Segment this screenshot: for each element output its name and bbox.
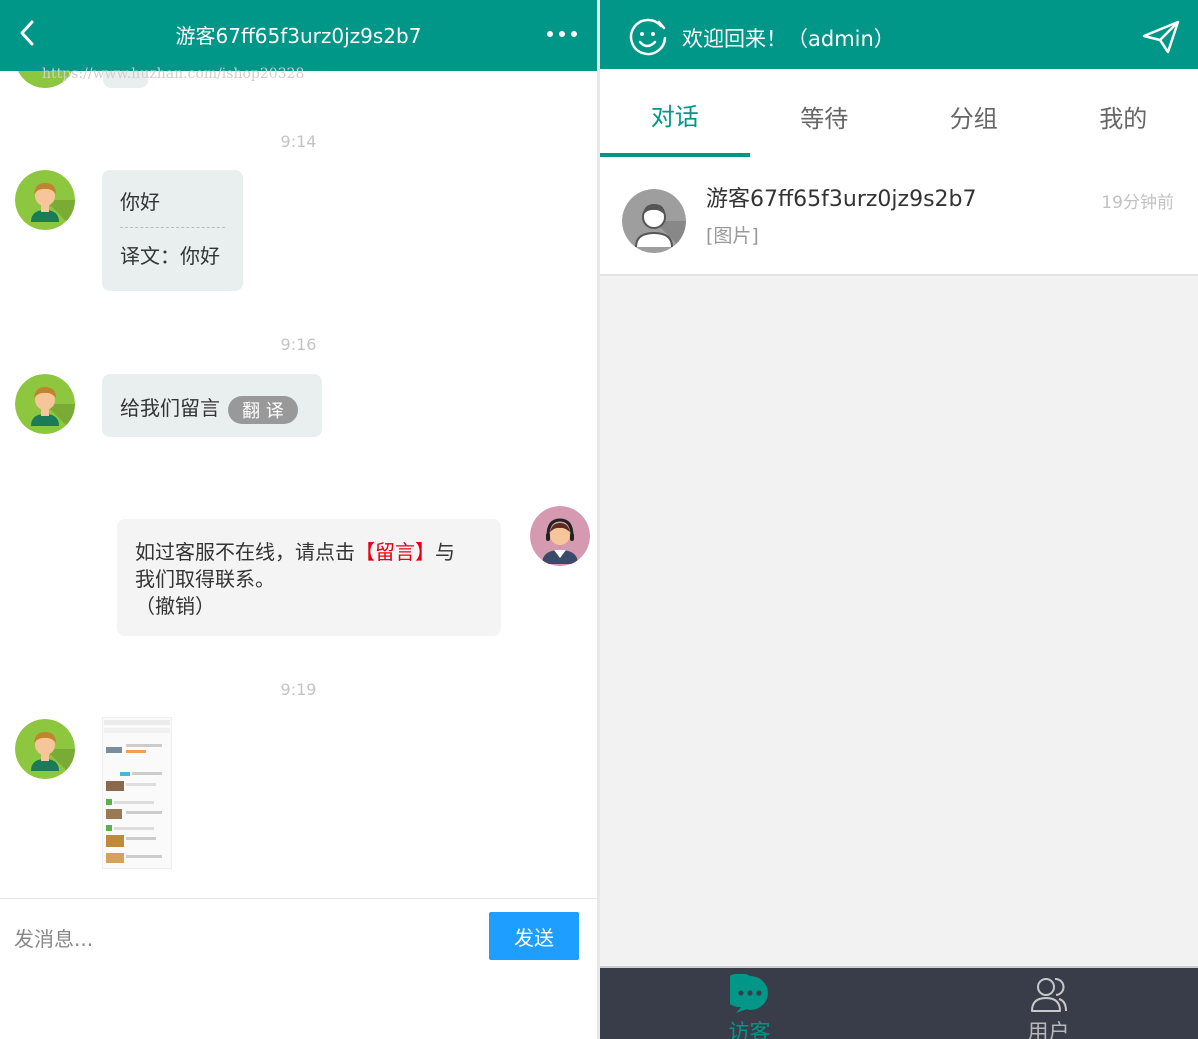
tab-mine[interactable]: 我的 [1049, 69, 1198, 157]
message-timestamp: 9:19 [280, 680, 317, 699]
back-arrow-icon[interactable] [14, 16, 44, 50]
admin-panel: 欢迎回来！（admin） 对话 等待 分组 我的 游客67ff65f3urz0j… [600, 0, 1198, 1039]
leave-message-link[interactable]: 【留言】 [355, 540, 435, 564]
bottom-nav: 访客 用户 [600, 966, 1198, 1039]
chat-header: 游客67ff65f3urz0jz9s2b7 [0, 0, 597, 71]
message-bubble: 你好 译文：你好 [102, 170, 243, 291]
message-text: 给我们留言 [120, 396, 220, 420]
users-icon [1029, 974, 1069, 1014]
conversation-preview: [图片] [706, 225, 759, 247]
message-input-bar: 发送 [0, 898, 597, 1039]
send-button[interactable]: 发送 [489, 912, 579, 960]
visitor-avatar [15, 170, 75, 230]
translate-button[interactable]: 翻 译 [228, 395, 298, 424]
message-text: 我们取得联系。 [135, 567, 275, 591]
message-bubble: 给我们留言翻 译 [102, 374, 322, 437]
message-text: 如过客服不在线，请点击 [135, 540, 355, 564]
message-input[interactable] [14, 921, 454, 957]
nav-label: 访客 [728, 1020, 771, 1039]
image-message-thumbnail[interactable] [101, 716, 173, 870]
send-plane-icon[interactable] [1142, 20, 1180, 54]
smile-icon [628, 18, 668, 58]
visitor-avatar [622, 189, 686, 253]
conversation-item[interactable]: 游客67ff65f3urz0jz9s2b7 [图片] 19分钟前 [600, 157, 1198, 276]
agent-avatar [530, 506, 590, 566]
chat-bubble-icon [721, 973, 770, 1014]
conversation-time: 19分钟前 [1101, 193, 1174, 213]
admin-header: 欢迎回来！（admin） [600, 0, 1198, 69]
admin-tabs: 对话 等待 分组 我的 [600, 69, 1198, 157]
chat-window: 游客67ff65f3urz0jz9s2b7 https://www.huzhan… [0, 0, 597, 1039]
nav-visitors[interactable]: 访客 [600, 968, 899, 1039]
tab-waiting[interactable]: 等待 [750, 69, 900, 157]
message-translation: 译文：你好 [120, 244, 220, 268]
agent-message-bubble: 如过客服不在线，请点击【留言】与 我们取得联系。 （撤销） [117, 519, 501, 636]
tab-conversations[interactable]: 对话 [600, 69, 750, 157]
more-icon[interactable] [545, 22, 579, 46]
visitor-avatar [15, 719, 75, 779]
tab-groups[interactable]: 分组 [899, 69, 1049, 157]
message-timestamp: 9:14 [280, 132, 317, 151]
watermark: https://www.huzhan.com/ishop20328 [42, 66, 305, 82]
welcome-text: 欢迎回来！（admin） [682, 27, 895, 51]
chat-title: 游客67ff65f3urz0jz9s2b7 [175, 24, 422, 48]
visitor-avatar [15, 374, 75, 434]
nav-users[interactable]: 用户 [899, 968, 1198, 1039]
nav-label: 用户 [1027, 1020, 1070, 1039]
message-text: 与 [435, 540, 455, 564]
conversation-name: 游客67ff65f3urz0jz9s2b7 [706, 187, 977, 212]
conversation-list: 游客67ff65f3urz0jz9s2b7 [图片] 19分钟前 [600, 157, 1198, 276]
recall-button[interactable]: （撤销） [135, 593, 483, 620]
message-timestamp: 9:16 [280, 335, 317, 354]
translation-divider [120, 227, 225, 228]
message-text: 你好 [120, 190, 160, 214]
app: 游客67ff65f3urz0jz9s2b7 https://www.huzhan… [0, 0, 1198, 1039]
